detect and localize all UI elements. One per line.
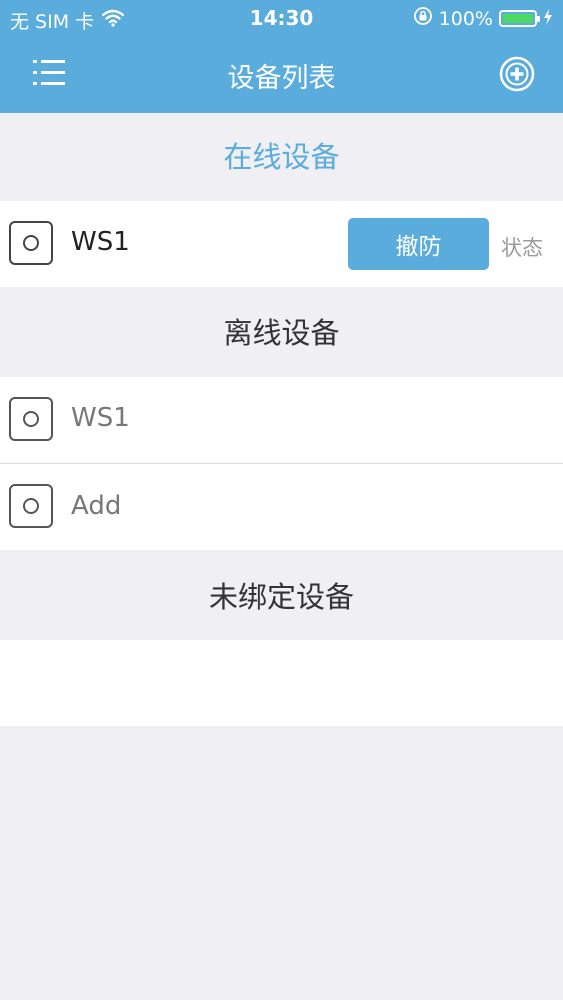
battery-icon: [499, 10, 540, 27]
unbound-device-area: [0, 640, 563, 726]
app-header: 无 SIM 卡 14:30 100% 设备列表: [0, 0, 563, 113]
device-dot-icon: [23, 498, 39, 514]
add-circle-icon[interactable]: [499, 56, 535, 92]
online-device-row[interactable]: WS1 撤防 状态: [0, 201, 563, 287]
disarm-button[interactable]: 撤防: [348, 218, 489, 270]
charging-icon: [543, 8, 553, 30]
device-icon: [9, 397, 53, 441]
battery-fill: [503, 14, 533, 23]
offline-device-row[interactable]: WS1: [0, 377, 563, 463]
device-name: WS1: [71, 227, 130, 257]
unbound-section-title: 未绑定设备: [0, 550, 563, 640]
battery-percent: 100%: [438, 7, 493, 30]
offline-device-row[interactable]: Add: [0, 464, 563, 550]
device-name: WS1: [71, 403, 130, 433]
device-dot-icon: [23, 411, 39, 427]
orientation-lock-icon: [413, 6, 433, 31]
status-link[interactable]: 状态: [501, 232, 543, 262]
online-section-title: 在线设备: [0, 113, 563, 201]
page-title: 设备列表: [227, 63, 336, 94]
device-name: Add: [71, 491, 122, 521]
status-bar: 无 SIM 卡 14:30 100%: [0, 0, 563, 38]
offline-section-title: 离线设备: [0, 287, 563, 377]
device-icon: [9, 484, 53, 528]
device-icon: [9, 221, 53, 265]
device-dot-icon: [23, 235, 39, 251]
status-right: 100%: [413, 6, 553, 31]
nav-bar: 设备列表: [0, 38, 563, 113]
